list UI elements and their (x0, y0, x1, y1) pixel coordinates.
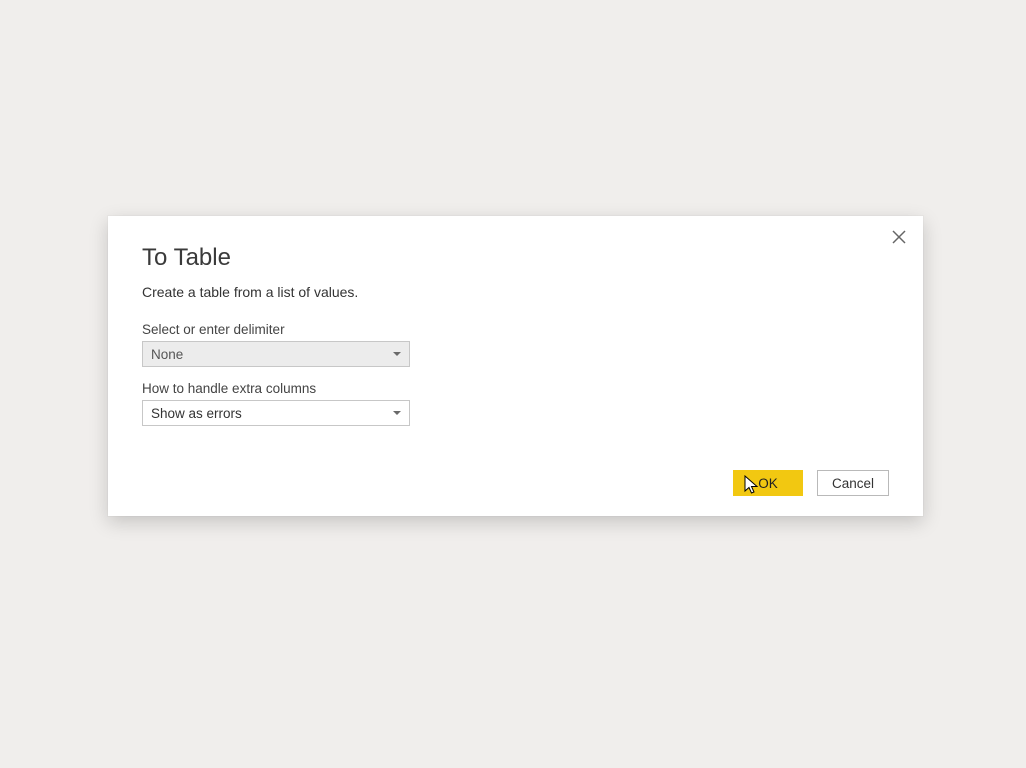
extra-columns-field: How to handle extra columns Show as erro… (142, 381, 889, 426)
extra-columns-select[interactable]: Show as errors (142, 400, 410, 426)
delimiter-label: Select or enter delimiter (142, 322, 889, 337)
dialog-title: To Table (142, 244, 889, 272)
close-button[interactable] (887, 226, 911, 250)
delimiter-select[interactable]: None (142, 341, 410, 367)
dialog-footer: OK Cancel (733, 470, 889, 496)
ok-button[interactable]: OK (733, 470, 803, 496)
close-icon (892, 230, 906, 247)
ok-button-label: OK (758, 476, 778, 491)
chevron-down-icon (393, 352, 401, 356)
dialog-content: To Table Create a table from a list of v… (108, 216, 923, 426)
cancel-button-label: Cancel (832, 476, 874, 491)
dialog-subtitle: Create a table from a list of values. (142, 284, 889, 300)
extra-columns-value: Show as errors (151, 406, 242, 421)
cancel-button[interactable]: Cancel (817, 470, 889, 496)
extra-columns-label: How to handle extra columns (142, 381, 889, 396)
chevron-down-icon (393, 411, 401, 415)
to-table-dialog: To Table Create a table from a list of v… (108, 216, 923, 516)
delimiter-value: None (151, 347, 183, 362)
delimiter-field: Select or enter delimiter None (142, 322, 889, 367)
